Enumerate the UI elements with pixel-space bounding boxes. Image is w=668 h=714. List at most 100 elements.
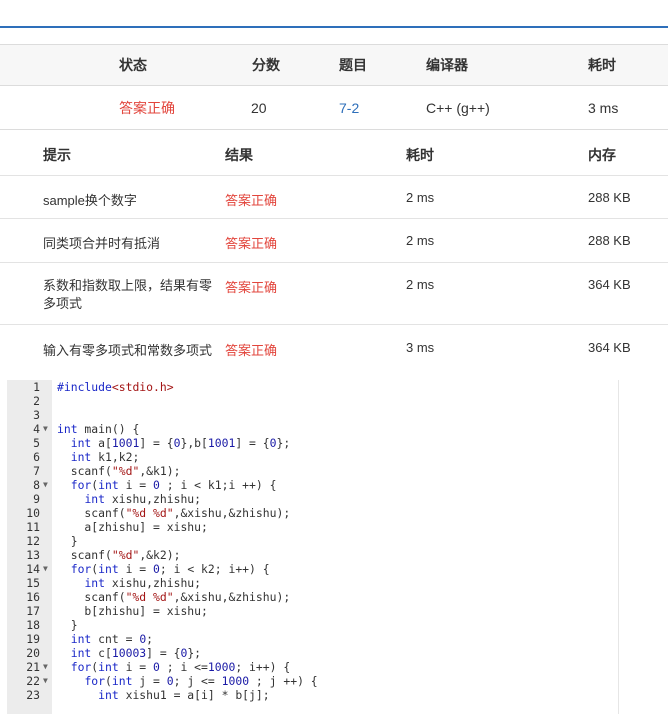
line-number-text: 8 xyxy=(33,478,40,492)
code-line: int main() { xyxy=(57,422,140,436)
line-number-text: 20 xyxy=(26,646,40,660)
line-number: 10 xyxy=(7,506,52,520)
line-number-gutter: 1 2 3 4 ▼ 5 6 7 8 ▼ 9 10 11 12 13 14 ▼ 15 16 17 18 19 20 21 ▼ 22 ▼… xyxy=(7,380,52,714)
code-line: for(int j = 0; j <= 1000 ; j ++) { xyxy=(84,674,318,688)
testcase-hint-line: 系数和指数取上限，结果有零 xyxy=(43,278,213,293)
line-number-text: 19 xyxy=(26,632,40,646)
line-number: 7 xyxy=(7,464,52,478)
problem-link[interactable]: 7-2 xyxy=(339,100,359,116)
testcase-memory: 288 KB xyxy=(588,233,631,248)
summary-header-row: 状态 分数 题目 编译器 耗时 xyxy=(0,45,668,86)
line-number: 9 xyxy=(7,492,52,506)
testcase-hint: 输入有零多项式和常数多项式 xyxy=(43,343,213,358)
code-line: int xishu,zhishu; xyxy=(84,576,202,590)
line-number-text: 3 xyxy=(33,408,40,422)
code-line: int a[1001] = {0},b[1001] = {0}; xyxy=(70,436,291,450)
line-number: 21 ▼ xyxy=(7,660,52,674)
fold-arrow-icon[interactable]: ▼ xyxy=(43,562,48,576)
testcase-memory: 364 KB xyxy=(588,277,631,292)
code-line: for(int i = 0 ; i <=1000; i++) { xyxy=(70,660,291,674)
code-line: int k1,k2; xyxy=(70,450,140,464)
code-content[interactable]: #include<stdio.h> int main() { int a[100… xyxy=(57,380,617,702)
header-result: 结果 xyxy=(225,147,253,163)
testcase-time: 2 ms xyxy=(406,277,435,292)
testcase-row: 同类项合并时有抵消 答案正确 2 ms 288 KB xyxy=(0,219,668,263)
line-number-text: 4 xyxy=(33,422,40,436)
line-number: 14 ▼ xyxy=(7,562,52,576)
line-number: 18 xyxy=(7,618,52,632)
code-line: } xyxy=(57,618,78,632)
code-line: int xishu,zhishu; xyxy=(84,492,202,506)
line-number: 2 xyxy=(7,394,52,408)
line-number-text: 15 xyxy=(26,576,40,590)
line-number-text: 10 xyxy=(26,506,40,520)
line-number: 19 xyxy=(7,632,52,646)
time-value: 3 ms xyxy=(588,99,619,116)
testcase-hint: 同类项合并时有抵消 xyxy=(43,236,161,251)
testcase-time: 2 ms xyxy=(406,233,435,248)
line-number: 5 xyxy=(7,436,52,450)
testcase-row: sample换个数字 答案正确 2 ms 288 KB xyxy=(0,176,668,219)
line-number: 20 xyxy=(7,646,52,660)
testcase-time: 3 ms xyxy=(406,340,435,355)
testcase-memory: 288 KB xyxy=(588,190,631,205)
line-number-text: 1 xyxy=(33,380,40,394)
testcase-memory: 364 KB xyxy=(588,340,631,355)
code-line: scanf("%d",&k1); xyxy=(57,464,181,478)
header-memory: 内存 xyxy=(588,147,616,163)
fold-arrow-icon[interactable]: ▼ xyxy=(43,674,48,688)
line-number-text: 14 xyxy=(26,562,40,576)
line-number-text: 18 xyxy=(26,618,40,632)
score-value: 20 xyxy=(251,99,267,116)
code-line: scanf("%d",&k2); xyxy=(57,548,181,562)
code-line: #include<stdio.h> xyxy=(57,380,174,394)
code-line: a[zhishu] = xishu; xyxy=(57,520,208,534)
testcase-time: 2 ms xyxy=(406,190,435,205)
line-number: 11 xyxy=(7,520,52,534)
line-number-text: 6 xyxy=(33,450,40,464)
testcase-row: 系数和指数取上限，结果有零 多项式 答案正确 2 ms 364 KB xyxy=(0,263,668,325)
code-line: b[zhishu] = xishu; xyxy=(57,604,208,618)
line-number: 13 xyxy=(7,548,52,562)
status-value: 答案正确 xyxy=(119,99,175,116)
header-hint: 提示 xyxy=(43,147,71,163)
header-status: 状态 xyxy=(119,57,147,73)
testcase-results-table: 提示 结果 耗时 内存 sample换个数字 答案正确 2 ms 288 KB … xyxy=(0,128,668,369)
line-number-text: 13 xyxy=(26,548,40,562)
testcase-result: 答案正确 xyxy=(225,193,278,208)
code-line: int c[10003] = {0}; xyxy=(70,646,202,660)
header-problem: 题目 xyxy=(339,57,367,73)
line-number-text: 22 xyxy=(26,674,40,688)
testcase-result: 答案正确 xyxy=(225,236,278,251)
header-compiler: 编译器 xyxy=(426,57,468,73)
line-number-text: 5 xyxy=(33,436,40,450)
line-number: 1 xyxy=(7,380,52,394)
code-line: for(int i = 0 ; i < k1;i ++) { xyxy=(70,478,277,492)
fold-arrow-icon[interactable]: ▼ xyxy=(43,478,48,492)
line-number-text: 11 xyxy=(26,520,40,534)
line-number: 23 xyxy=(7,688,52,702)
line-number: 16 xyxy=(7,590,52,604)
fold-arrow-icon[interactable]: ▼ xyxy=(43,660,48,674)
testcase-row: 输入有零多项式和常数多项式 答案正确 3 ms 364 KB xyxy=(0,325,668,369)
testcase-header-row: 提示 结果 耗时 内存 xyxy=(0,128,668,176)
submission-summary-table: 状态 分数 题目 编译器 耗时 答案正确 20 7-2 C++ (g++) 3 … xyxy=(0,44,668,130)
code-line: int xishu1 = a[i] * b[j]; xyxy=(98,688,270,702)
compiler-value: C++ (g++) xyxy=(426,99,490,116)
line-number-text: 16 xyxy=(26,590,40,604)
testcase-hint: 系数和指数取上限，结果有零 多项式 xyxy=(43,277,212,313)
line-number: 17 xyxy=(7,604,52,618)
testcase-hint-line: 多项式 xyxy=(43,296,83,311)
code-line: scanf("%d %d",&xishu,&zhishu); xyxy=(57,590,291,604)
code-editor[interactable]: 1 2 3 4 ▼ 5 6 7 8 ▼ 9 10 11 12 13 14 ▼ 15 16 17 18 19 20 21 ▼ 22 ▼… xyxy=(7,380,619,714)
line-number-text: 21 xyxy=(26,660,40,674)
line-number-text: 12 xyxy=(26,534,40,548)
line-number-text: 17 xyxy=(26,604,40,618)
header-time: 耗时 xyxy=(406,147,434,163)
line-number: 12 xyxy=(7,534,52,548)
fold-arrow-icon[interactable]: ▼ xyxy=(43,422,48,436)
code-line: } xyxy=(57,534,78,548)
testcase-hint: sample换个数字 xyxy=(43,193,137,208)
